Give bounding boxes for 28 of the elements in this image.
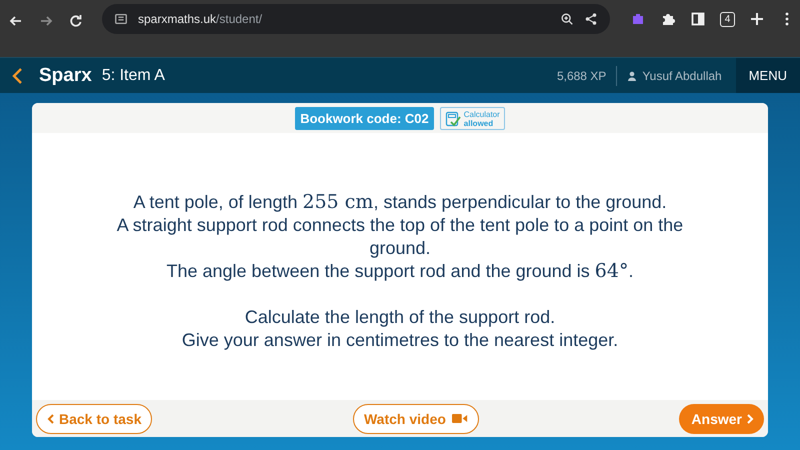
side-panel-icon[interactable] xyxy=(690,11,706,27)
calculator-badge: Calculator allowed xyxy=(440,107,505,130)
chevron-left-icon[interactable] xyxy=(11,66,23,84)
video-camera-icon xyxy=(452,413,468,424)
bookwork-code: Bookwork code: C02 xyxy=(295,107,434,130)
share-icon[interactable] xyxy=(584,12,598,26)
calculator-icon xyxy=(444,110,461,126)
puzzle-icon[interactable] xyxy=(660,11,676,27)
question-text: A tent pole, of length 255 cm, stands perpendicular to the ground. xyxy=(132,191,668,214)
logo: Sparx xyxy=(39,64,92,86)
chevron-left-icon xyxy=(47,412,55,424)
site-info-icon[interactable] xyxy=(114,12,128,26)
instruction-text: Calculate the length of the support rod. xyxy=(244,306,556,329)
xp-count: 5,688 XP xyxy=(556,68,606,82)
question-text: The angle between the support rod and the ground is 64°. xyxy=(165,260,634,283)
instruction-text: Give your answer in centimetres to the nearest integer. xyxy=(182,329,618,352)
address-bar[interactable]: sparxmaths.uk/student/ xyxy=(102,4,610,34)
extension-icon[interactable] xyxy=(630,11,646,27)
question-text: A straight support rod connects the top of the tent pole to a point on the ground. xyxy=(116,214,684,260)
page-title: 5: Item A xyxy=(102,66,165,84)
chevron-right-icon xyxy=(746,412,754,424)
zoom-icon[interactable] xyxy=(560,12,574,26)
plus-icon[interactable] xyxy=(749,11,765,27)
user-icon xyxy=(627,70,638,80)
tab-count[interactable]: 4 xyxy=(720,12,735,26)
user-name: Yusuf Abdullah xyxy=(642,68,722,82)
reload-icon[interactable] xyxy=(68,13,84,29)
menu-button[interactable]: MENU xyxy=(736,58,800,93)
